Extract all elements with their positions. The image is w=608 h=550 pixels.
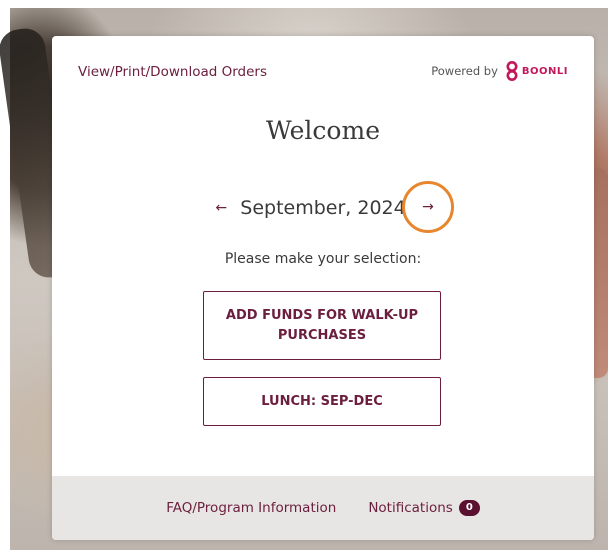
lunch-sep-dec-button[interactable]: LUNCH: SEP-DEC [203,377,441,426]
selection-prompt: Please make your selection: [224,251,422,267]
arrow-left-icon[interactable]: ← [212,201,230,215]
boonli-logo: BOONLI [504,60,568,82]
add-funds-button[interactable]: ADD FUNDS FOR WALK-UP PURCHASES [203,291,441,360]
arrow-right-icon[interactable]: → [422,199,434,215]
notifications-label: Notifications [368,500,453,516]
notifications-link[interactable]: Notifications 0 [368,500,480,516]
faq-program-information-link[interactable]: FAQ/Program Information [166,500,336,516]
card-header: View/Print/Download Orders Powered by BO… [52,36,594,106]
card-footer: FAQ/Program Information Notifications 0 [52,476,594,540]
boonli-logo-text: BOONLI [521,65,568,77]
welcome-card: View/Print/Download Orders Powered by BO… [52,36,594,540]
powered-by-text: Powered by [431,64,498,78]
powered-by: Powered by BOONLI [431,60,568,82]
page-title: Welcome [265,116,380,145]
boonli-logo-icon [506,61,518,81]
month-label: September, 2024 [240,197,406,219]
notifications-count-badge: 0 [458,500,480,516]
next-month-button[interactable]: → [402,181,454,233]
view-print-download-orders-link[interactable]: View/Print/Download Orders [78,64,267,80]
month-navigator: ← September, 2024 [52,193,594,223]
